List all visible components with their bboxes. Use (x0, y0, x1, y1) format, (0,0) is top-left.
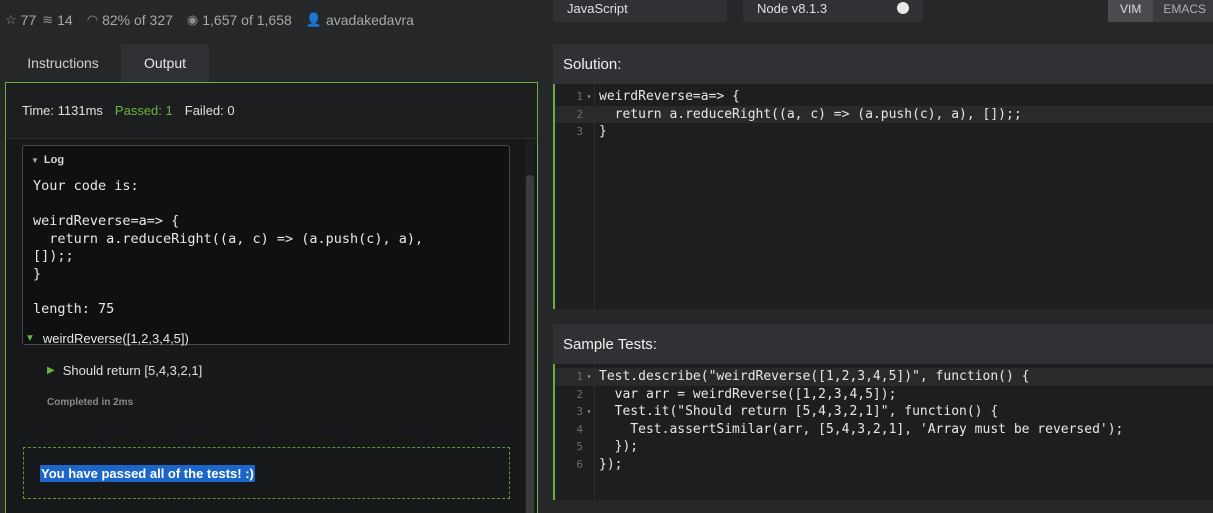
code-line-active: 2 return a.reduceRight((a, c) => (a.push… (555, 105, 1213, 123)
output-panel: Time: 1131ms Passed: 1 Failed: 0 ▼ Log Yo… (5, 82, 538, 513)
dropdown-knob-icon (897, 2, 909, 14)
collapsed-triangle-icon: ▶ (47, 365, 55, 376)
output-scrollbar-thumb[interactable] (526, 175, 534, 513)
code-text: return a.reduceRight((a, c) => (a.push(c… (599, 106, 1022, 122)
describe-title: weirdReverse([1,2,3,4,5]) (42, 331, 189, 346)
solution-title: Solution: (563, 55, 622, 73)
runtime-select[interactable]: Node v8.1.3 (743, 0, 923, 22)
collections-count: 14 (57, 12, 73, 28)
satisfaction-stat: ◠ 82% of 327 (87, 12, 173, 28)
log-box: ▼ Log Your code is: weirdReverse=a=> { re… (22, 145, 510, 345)
code-text: Test.it("Should return [5,4,3,2,1]", fun… (599, 404, 999, 419)
line-number: 1 (576, 90, 583, 103)
author-username[interactable]: avadakedavra (326, 12, 414, 28)
line-number: 4 (576, 422, 583, 436)
editor-mode-toggle: VIM EMACS (1108, 0, 1213, 22)
collapse-triangle-icon: ▼ (31, 156, 39, 165)
vim-mode-button[interactable]: VIM (1108, 0, 1154, 22)
code-line-active: 1 ▾ Test.describe("weirdReverse([1,2,3,4,5… (555, 368, 1213, 386)
it-title: Should return [5,4,3,2,1] (62, 363, 203, 378)
language-value: JavaScript (567, 1, 628, 16)
code-text: }); (599, 456, 623, 472)
code-line: 3} (555, 123, 1213, 141)
kata-stats-bar: ☆ 77 ≋ 14 ◠ 82% of 327 ◉ 1,657 of 1,658 … (0, 0, 540, 40)
fold-arrow-icon[interactable]: ▾ (583, 403, 595, 421)
line-number: 2 (576, 387, 583, 401)
line-number: 3 (576, 405, 583, 418)
satisfaction-value: 82% of 327 (102, 12, 173, 28)
sample-tests-title: Sample Tests: (563, 335, 657, 353)
failed-count: Failed: 0 (184, 103, 235, 118)
code-line: 1 ▾ weirdReverse=a=> { (555, 88, 1213, 106)
run-time: Time: 1131ms (22, 103, 103, 118)
target-icon: ◉ (186, 12, 199, 27)
line-number: 1 (576, 370, 583, 383)
fold-arrow-icon[interactable]: ▾ (583, 368, 595, 386)
code-text: Test.describe("weirdReverse([1,2,3,4,5])… (599, 369, 1030, 384)
passed-count: Passed: 1 (114, 103, 173, 118)
output-tabs: Instructions Output (5, 44, 209, 82)
line-number: 5 (576, 440, 583, 453)
star-icon: ☆ (5, 12, 17, 27)
test-summary: Time: 1131ms Passed: 1 Failed: 0 (6, 83, 537, 139)
tab-instructions[interactable]: Instructions (5, 44, 121, 82)
runtime-value: Node v8.1.3 (757, 1, 828, 16)
log-header[interactable]: ▼ Log (23, 146, 509, 166)
line-number: 3 (576, 125, 583, 138)
code-text: weirdReverse=a=> { (599, 89, 740, 104)
passed-message: You have passed all of the tests! :) (40, 464, 255, 482)
code-line: 3 ▾ Test.it("Should return [5,4,3,2,1]", … (555, 403, 1213, 421)
collections-icon: ≋ (42, 12, 54, 27)
completed-stat: ◉ 1,657 of 1,658 (187, 12, 292, 28)
passed-message-box: You have passed all of the tests! :) (23, 447, 510, 499)
solution-editor[interactable]: 1 ▾ weirdReverse=a=> { 2 return a.reduceRi… (553, 84, 1213, 309)
describe-block[interactable]: ▼ weirdReverse([1,2,3,4,5]) (25, 331, 189, 346)
sample-tests-code[interactable]: 1 ▾ Test.describe("weirdReverse([1,2,3,4,5… (555, 368, 1213, 473)
completed-value: 1,657 of 1,658 (202, 12, 292, 28)
log-title: Log (43, 154, 65, 166)
code-line: 5 }); (555, 438, 1213, 456)
author-stat[interactable]: 👤 avadakedavra (306, 12, 414, 28)
language-select[interactable]: JavaScript (553, 0, 727, 22)
tab-output[interactable]: Output (121, 44, 209, 82)
sample-tests-title-bar: Sample Tests: (553, 324, 1213, 364)
solution-code[interactable]: 1 ▾ weirdReverse=a=> { 2 return a.reduceRi… (555, 88, 1213, 141)
stars-count: 77 (20, 12, 37, 28)
user-icon: 👤 (305, 12, 322, 27)
code-text: } (599, 124, 607, 139)
code-line: 4 Test.assertSimilar(arr, [5,4,3,2,1], '… (555, 421, 1213, 439)
code-text: var arr = weirdReverse([1,2,3,4,5]); (599, 386, 897, 402)
satisfaction-gauge-icon: ◠ (86, 12, 99, 27)
solution-title-bar: Solution: (553, 44, 1213, 84)
sample-tests-editor[interactable]: 1 ▾ Test.describe("weirdReverse([1,2,3,4,5… (553, 364, 1213, 500)
emacs-mode-button[interactable]: EMACS (1153, 2, 1213, 22)
completed-time: Completed in 2ms (47, 397, 134, 408)
code-line: 6}); (555, 456, 1213, 474)
code-text: Test.assertSimilar(arr, [5,4,3,2,1], 'Ar… (599, 421, 1124, 437)
line-number: 6 (576, 457, 583, 471)
code-line: 2 var arr = weirdReverse([1,2,3,4,5]); (555, 386, 1213, 404)
it-block[interactable]: ▶ Should return [5,4,3,2,1] (47, 363, 202, 378)
log-content: Your code is: weirdReverse=a=> { return … (33, 178, 424, 317)
stars-stat[interactable]: ☆ 77 ≋ 14 (5, 12, 73, 28)
line-number: 2 (576, 107, 583, 121)
fold-arrow-icon[interactable]: ▾ (583, 88, 595, 106)
code-text: }); (599, 439, 639, 454)
expand-triangle-icon: ▼ (25, 333, 35, 344)
